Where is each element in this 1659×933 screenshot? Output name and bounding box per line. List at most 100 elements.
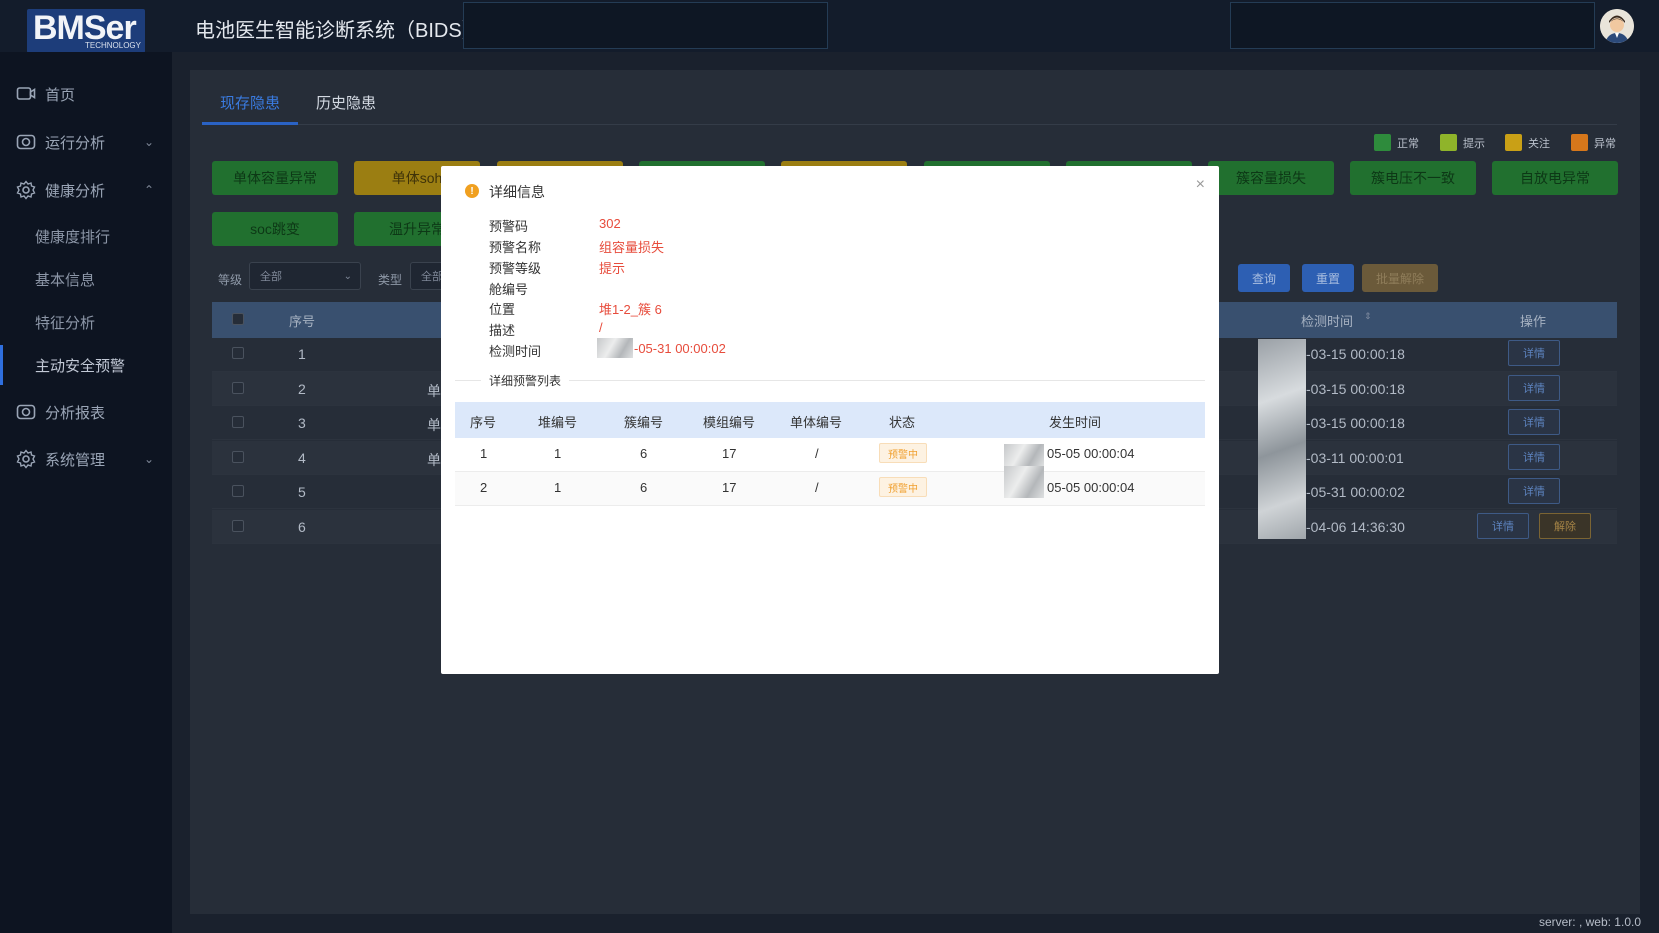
top-header: BMSer TECHNOLOGY 电池医生智能诊断系统（BIDS） (0, 0, 1659, 53)
version-info: server: , web: 1.0.0 (1538, 915, 1641, 929)
legend-swatch (1571, 134, 1588, 151)
redacted-year-block (1258, 339, 1306, 539)
sidebar-item-run-analysis[interactable]: 运行分析 ⌄ (0, 122, 172, 162)
detail-button[interactable]: 详情 (1508, 340, 1560, 366)
legend-label: 异常 (1594, 137, 1616, 150)
status-tag: 预警中 (879, 477, 927, 497)
row-detect-time: -03-15 00:00:18 (1306, 346, 1405, 362)
tab-history-hazards[interactable]: 历史隐患 (316, 92, 376, 113)
field-label-warning-level: 预警等级 (489, 261, 542, 276)
chevron-down-icon: ⌄ (143, 135, 154, 149)
legend-swatch (1374, 134, 1391, 151)
modal-row-stack: 1 (554, 446, 562, 461)
detail-button[interactable]: 详情 (1508, 409, 1560, 435)
legend-swatch (1440, 134, 1457, 151)
row-checkbox[interactable] (232, 382, 244, 394)
row-index: 1 (298, 346, 306, 362)
redacted-year-block (1004, 466, 1044, 498)
modal-row-cell: / (815, 446, 819, 461)
sidebar-item-label: 首页 (45, 86, 76, 104)
level-select-value: 全部 (260, 271, 282, 283)
field-label-location: 位置 (489, 302, 516, 317)
section-title: 详细预警列表 (481, 372, 570, 389)
detail-button[interactable]: 详情 (1508, 375, 1560, 401)
type-select-value: 全部 (421, 271, 443, 283)
modal-title: 详细信息 (489, 184, 545, 200)
user-avatar[interactable] (1600, 9, 1634, 43)
sidebar-item-system-management[interactable]: 系统管理 ⌄ (0, 439, 172, 479)
modal-row-time: 05-05 00:00:04 (1047, 480, 1135, 495)
row-checkbox[interactable] (232, 451, 244, 463)
user-avatar-icon (1600, 9, 1634, 43)
modal-col-stack: 堆编号 (538, 415, 578, 430)
sidebar-item-label: 健康分析 (45, 182, 106, 200)
row-checkbox[interactable] (232, 416, 244, 428)
level-select[interactable]: 全部 ⌄ (249, 262, 361, 290)
brand-logo[interactable]: BMSer TECHNOLOGY (27, 9, 145, 53)
release-button[interactable]: 解除 (1539, 513, 1591, 539)
column-header-detect-time[interactable]: 检测时间 (1301, 311, 1353, 330)
row-checkbox[interactable] (232, 520, 244, 532)
row-name-fragment: 单 (427, 452, 441, 468)
filter-cluster-voltage-inconsistency-button[interactable]: 簇电压不一致 (1350, 161, 1476, 195)
row-detect-time: -03-15 00:00:18 (1306, 415, 1405, 431)
active-tab-indicator (202, 122, 298, 125)
sidebar-subitem-feature-analysis[interactable]: 特征分析 (0, 302, 172, 342)
level-filter-label: 等级 (218, 273, 243, 287)
tab-current-hazards[interactable]: 现存隐患 (220, 92, 280, 113)
modal-row-module: 17 (722, 480, 737, 495)
modal-col-cell: 单体编号 (790, 415, 843, 430)
sidebar-item-label: 系统管理 (45, 451, 106, 469)
redacted-year-block (597, 338, 633, 358)
row-name-fragment: 单 (427, 383, 441, 399)
field-label-description: 描述 (489, 323, 516, 338)
batch-release-button[interactable]: 批量解除 (1362, 264, 1438, 292)
row-detect-time: -03-11 00:00:01 (1306, 450, 1404, 466)
sidebar-item-health-analysis[interactable]: 健康分析 ⌃ (0, 170, 172, 210)
type-filter-label: 类型 (378, 273, 403, 287)
modal-row-stack: 1 (554, 480, 562, 495)
field-value-detect-time: -05-31 00:00:02 (634, 341, 726, 356)
modal-row-index: 2 (480, 480, 488, 495)
modal-col-cluster: 簇编号 (624, 415, 664, 430)
sidebar-item-label: 分析报表 (45, 404, 106, 422)
sort-icon[interactable]: ⇕ (1364, 311, 1372, 322)
field-value-location: 堆1-2_簇 6 (599, 302, 662, 317)
filter-cell-capacity-abnormal-button[interactable]: 单体容量异常 (212, 161, 338, 195)
header-panel-left (463, 2, 828, 49)
reset-button[interactable]: 重置 (1302, 264, 1354, 292)
sidebar-subitem-basic-info[interactable]: 基本信息 (0, 259, 172, 299)
sidebar-item-home[interactable]: 首页 (0, 74, 172, 114)
modal-row-cell: / (815, 480, 819, 495)
chevron-down-icon: ⌄ (343, 270, 352, 282)
query-button[interactable]: 查询 (1238, 264, 1290, 292)
legend-label: 提示 (1463, 137, 1485, 150)
select-all-checkbox[interactable] (232, 313, 244, 325)
detail-button[interactable]: 详情 (1508, 478, 1560, 504)
filter-soc-jump-button[interactable]: soc跳变 (212, 212, 338, 246)
filter-self-discharge-abnormal-button[interactable]: 自放电异常 (1492, 161, 1618, 195)
legend-abnormal: 异常 (1571, 134, 1616, 151)
legend-swatch (1505, 134, 1522, 151)
filter-cluster-capacity-loss-button[interactable]: 簇容量损失 (1208, 161, 1334, 195)
logo-subtext: TECHNOLOGY (84, 41, 141, 50)
sidebar-item-label: 运行分析 (45, 134, 106, 152)
detail-button[interactable]: 详情 (1477, 513, 1529, 539)
column-header-ops: 操作 (1520, 314, 1547, 329)
gear-icon (16, 180, 36, 200)
row-detect-time: -04-06 14:36:30 (1306, 519, 1405, 535)
field-label-warning-code: 预警码 (489, 219, 529, 234)
sidebar-item-reports[interactable]: 分析报表 (0, 392, 172, 432)
detail-button[interactable]: 详情 (1508, 444, 1560, 470)
legend-attention: 关注 (1505, 134, 1550, 151)
sidebar-subitem-active-safety-warning[interactable]: 主动安全预警 (0, 345, 172, 385)
row-checkbox[interactable] (232, 485, 244, 497)
legend-label: 正常 (1397, 137, 1419, 150)
legend-label: 关注 (1528, 137, 1550, 150)
tab-divider (202, 124, 1617, 125)
app-title: 电池医生智能诊断系统（BIDS） (195, 20, 482, 42)
close-icon[interactable]: × (1196, 176, 1205, 194)
row-checkbox[interactable] (232, 347, 244, 359)
chevron-down-icon: ⌄ (143, 452, 154, 466)
sidebar-subitem-health-ranking[interactable]: 健康度排行 (0, 216, 172, 256)
